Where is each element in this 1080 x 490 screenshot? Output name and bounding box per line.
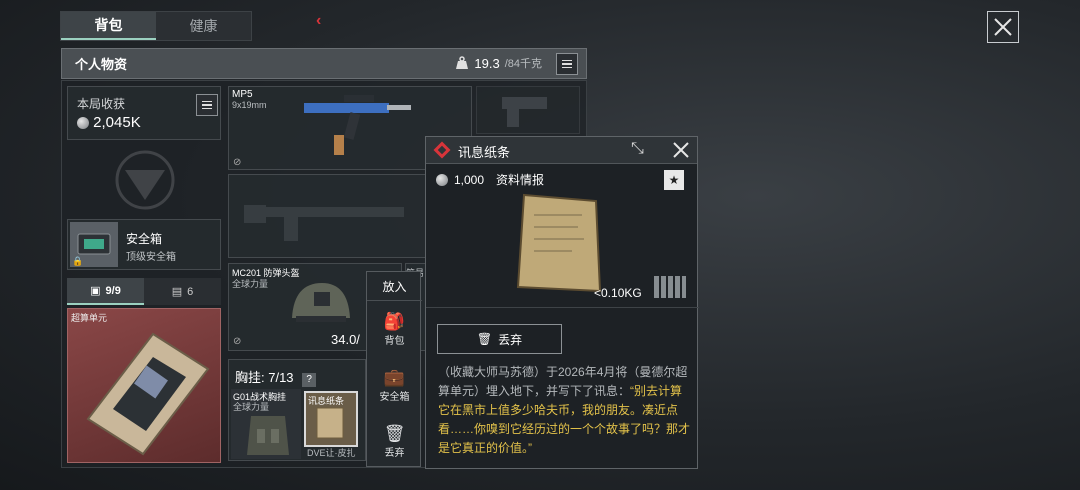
popup-close-icon[interactable]	[672, 141, 690, 159]
tab-cases[interactable]: ▣ 9/9	[67, 278, 144, 305]
item-detail-popup: 讯息纸条 ⤡ 1,000 资料情报 ★ <0.10KG 🗑 丢弃 （收藏大师马苏德…	[425, 136, 699, 469]
case-icon: ▣	[90, 285, 101, 297]
move-to-safebox-button[interactable]: 💼 安全箱	[367, 368, 422, 403]
safebox-slot[interactable]: 🔒 安全箱 顶级安全箱	[67, 219, 221, 270]
note-slot[interactable]: 讯息纸条	[304, 391, 358, 447]
earnings-card: 本局收获 2,045K	[67, 86, 221, 140]
safebox-name: 安全箱	[126, 232, 163, 246]
note-slot-sub: DVE让·皮扎	[307, 448, 356, 458]
weight-display: 19.3 /84千克	[455, 55, 542, 71]
chest-rig-capacity: 胸挂: 7/13	[235, 370, 294, 385]
pistol-silhouette-icon	[502, 97, 547, 127]
tab-backpack[interactable]: 背包	[61, 12, 156, 40]
earnings-value: 2,045K	[93, 114, 141, 131]
unequip-icon: ⊘	[233, 157, 242, 168]
context-menu-title: 放入	[367, 272, 422, 301]
helmet-durability: 34.0/	[331, 332, 360, 347]
magazine-icon: ▤	[171, 286, 183, 298]
personal-items-header: 个人物资 19.3 /84千克	[61, 48, 587, 79]
earnings-list-button[interactable]	[196, 94, 218, 116]
helmet-icon	[292, 283, 350, 322]
close-button[interactable]	[987, 11, 1019, 43]
weight-icon	[456, 56, 469, 69]
chest-rig-section: 胸挂: 7/13 ? G01战术胸挂 全球力量 讯息纸条 DVE让·皮扎	[228, 359, 366, 461]
popup-header: 讯息纸条 ⤡	[426, 137, 697, 164]
popup-weight: <0.10KG	[594, 286, 642, 300]
safebox-desc: 顶级安全箱	[126, 252, 176, 263]
supercomputer-unit-slot[interactable]: 超算单元	[67, 308, 221, 463]
page-title: 个人物资	[75, 57, 128, 72]
unequip-icon: ⊘	[233, 336, 242, 347]
helmet-brand: 全球力量	[232, 279, 269, 289]
circuit-board-icon	[86, 332, 210, 456]
minimize-icon[interactable]: ⤡	[631, 140, 644, 158]
rifle-icon	[304, 95, 411, 155]
coin-icon	[77, 117, 89, 130]
paper-note-icon	[316, 407, 344, 439]
tab-other[interactable]: ▤ 6	[144, 278, 221, 305]
vest-icon	[247, 416, 289, 455]
emblem-watermark-icon	[95, 150, 195, 210]
favorite-star-button[interactable]: ★	[664, 170, 684, 190]
weight-max: /84千克	[504, 58, 542, 70]
pistol-slot[interactable]	[476, 86, 580, 134]
weight-current: 19.3	[474, 55, 500, 71]
vest-item[interactable]: G01战术胸挂 全球力量	[231, 389, 301, 459]
earnings-label: 本局收获	[77, 97, 126, 111]
discard-button[interactable]: 🗑 丢弃	[437, 324, 562, 354]
sort-list-button[interactable]	[556, 53, 578, 75]
item-description: （收藏大师马苏德）于2026年4月将（曼德尔超算单元）埋入地下，并写下了讯息：“…	[438, 363, 690, 458]
briefcase-icon: 💼	[383, 368, 406, 387]
mp5-caliber: 9x19mm	[232, 100, 267, 110]
rarity-diamond-icon	[433, 141, 451, 159]
grid-size-icon	[654, 276, 686, 298]
assault-rifle-silhouette-icon	[244, 205, 404, 241]
divider	[426, 307, 699, 308]
backpack-icon: 🎒	[383, 312, 406, 331]
collapse-arrow-icon[interactable]: ‹	[316, 12, 321, 30]
inventory-subtabs: ▣ 9/9 ▤ 6	[67, 278, 221, 305]
primary-weapon-slot-empty[interactable]	[228, 174, 428, 258]
note-paper-icon	[516, 193, 602, 293]
move-to-backpack-button[interactable]: 🎒 背包	[367, 312, 422, 347]
context-menu: 放入 🎒 背包 💼 安全箱 🗑 丢弃	[366, 271, 422, 467]
tab-health[interactable]: 健康	[156, 12, 251, 40]
popup-title: 讯息纸条	[458, 145, 511, 160]
trash-icon: 🗑	[383, 424, 406, 443]
help-icon[interactable]: ?	[302, 373, 317, 387]
popup-price: 1,000	[454, 172, 485, 187]
tab-bar: 背包 健康	[60, 11, 252, 41]
discard-menu-button[interactable]: 🗑 丢弃	[367, 424, 422, 459]
mp5-name: MP5	[232, 89, 253, 100]
coin-icon	[436, 173, 448, 186]
close-icon	[994, 18, 1012, 36]
trash-icon: 🗑	[476, 332, 493, 346]
popup-category: 资料情报	[496, 173, 545, 187]
lock-icon: 🔒	[72, 256, 84, 266]
